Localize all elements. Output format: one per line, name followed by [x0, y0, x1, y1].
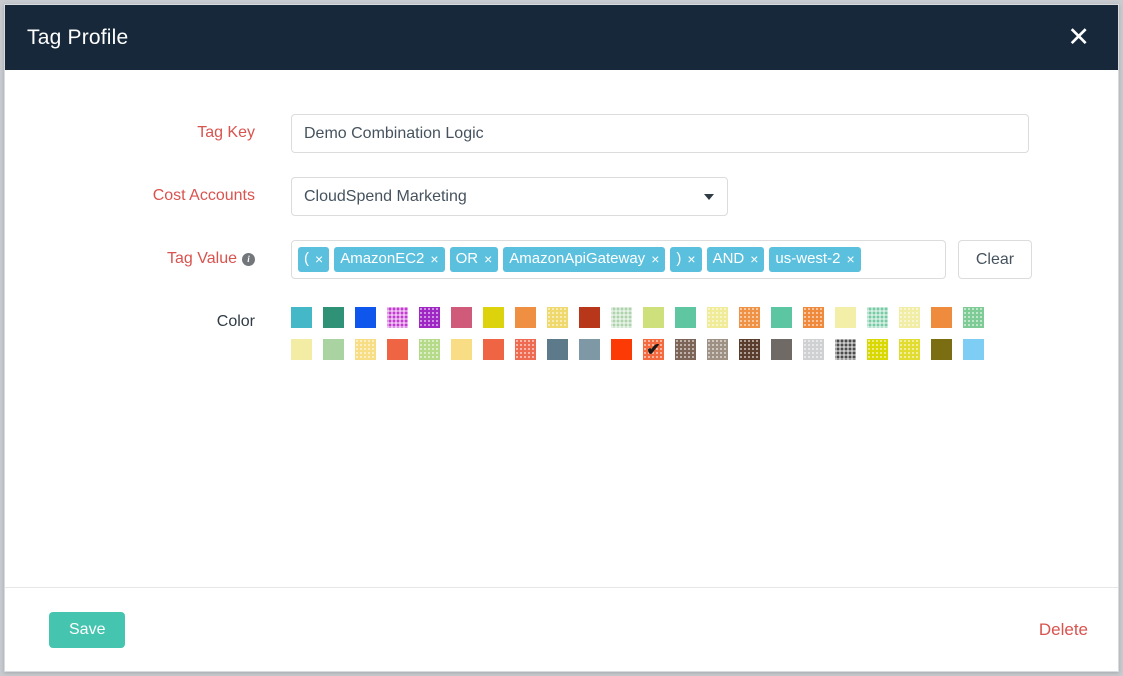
token-remove-icon[interactable]: × [846, 249, 854, 269]
check-icon: ✔ [643, 339, 664, 360]
color-swatch[interactable] [675, 307, 696, 328]
color-swatch[interactable] [803, 339, 824, 360]
tag-key-input[interactable] [291, 114, 1029, 153]
form-row-cost-accounts: Cost Accounts CloudSpend Marketing [5, 177, 1118, 216]
form-row-color: Color ✔ [5, 303, 1118, 371]
color-swatch[interactable] [867, 307, 888, 328]
color-swatch[interactable] [739, 339, 760, 360]
color-swatch[interactable] [483, 307, 504, 328]
color-swatch[interactable] [963, 307, 984, 328]
color-swatch[interactable] [931, 307, 952, 328]
color-label: Color [5, 303, 291, 341]
color-swatch[interactable] [899, 307, 920, 328]
color-swatch[interactable] [611, 307, 632, 328]
color-swatch[interactable] [483, 339, 504, 360]
delete-button[interactable]: Delete [1039, 620, 1088, 640]
tag-value-token[interactable]: (× [298, 247, 329, 272]
tag-value-token[interactable]: )× [670, 247, 701, 272]
color-swatch[interactable] [867, 339, 888, 360]
tag-value-token[interactable]: OR× [450, 247, 499, 272]
cost-accounts-select-wrap: CloudSpend Marketing [291, 177, 728, 216]
form-row-tag-key: Tag Key [5, 114, 1118, 153]
color-swatch[interactable] [707, 307, 728, 328]
color-swatch[interactable]: ✔ [643, 339, 664, 360]
tag-value-control: (×AmazonEC2×OR×AmazonApiGateway×)×AND×us… [291, 240, 1032, 279]
color-swatch[interactable] [515, 307, 536, 328]
token-remove-icon[interactable]: × [651, 249, 659, 269]
color-swatch[interactable] [675, 339, 696, 360]
token-label: AND [713, 249, 745, 269]
color-swatch[interactable] [931, 339, 952, 360]
color-swatch[interactable] [899, 339, 920, 360]
save-button[interactable]: Save [49, 612, 125, 648]
color-swatch[interactable] [547, 339, 568, 360]
color-control: ✔ [291, 303, 995, 371]
tag-value-token[interactable]: AmazonEC2 × [334, 247, 444, 272]
dialog-footer: Save Delete [5, 587, 1118, 671]
color-swatch[interactable] [323, 339, 344, 360]
cost-accounts-control: CloudSpend Marketing [291, 177, 728, 216]
color-swatch[interactable] [547, 307, 568, 328]
token-remove-icon[interactable]: × [430, 249, 438, 269]
info-icon[interactable]: i [242, 253, 255, 266]
form-row-tag-value: Tag Valuei (×AmazonEC2×OR×AmazonApiGatew… [5, 240, 1118, 279]
color-swatch[interactable] [387, 339, 408, 360]
color-swatch[interactable] [611, 339, 632, 360]
token-label: AmazonApiGateway [509, 249, 645, 269]
color-swatch[interactable] [419, 307, 440, 328]
token-label: OR [456, 249, 479, 269]
token-label: ) [676, 249, 681, 269]
color-swatch[interactable] [643, 307, 664, 328]
token-remove-icon[interactable]: × [315, 249, 323, 269]
close-icon[interactable]: ✕ [1061, 22, 1096, 53]
token-remove-icon[interactable]: × [750, 249, 758, 269]
page-title: Tag Profile [27, 26, 128, 50]
dialog-header: Tag Profile ✕ [5, 5, 1118, 70]
color-swatch[interactable] [739, 307, 760, 328]
color-swatch[interactable] [835, 339, 856, 360]
cost-accounts-label: Cost Accounts [5, 177, 291, 215]
color-swatch[interactable] [355, 339, 376, 360]
tag-key-label: Tag Key [5, 114, 291, 152]
token-label: AmazonEC2 [340, 249, 424, 269]
color-swatch[interactable] [707, 339, 728, 360]
color-swatch[interactable] [291, 307, 312, 328]
tag-value-token[interactable]: AmazonApiGateway × [503, 247, 665, 272]
color-swatch[interactable] [451, 339, 472, 360]
color-palette: ✔ [291, 307, 995, 371]
color-swatch[interactable] [451, 307, 472, 328]
color-swatch[interactable] [963, 339, 984, 360]
dialog-body: Tag Key Cost Accounts CloudSpend Marketi… [5, 70, 1118, 587]
color-swatch[interactable] [579, 307, 600, 328]
color-swatch[interactable] [803, 307, 824, 328]
color-swatch[interactable] [771, 307, 792, 328]
color-swatch[interactable] [355, 307, 376, 328]
tag-value-label-text: Tag Value [167, 250, 237, 267]
tag-key-control [291, 114, 1029, 153]
color-swatch[interactable] [419, 339, 440, 360]
color-swatch[interactable] [515, 339, 536, 360]
color-swatch[interactable] [835, 307, 856, 328]
color-swatch[interactable] [323, 307, 344, 328]
clear-button[interactable]: Clear [958, 240, 1032, 279]
color-swatch[interactable] [387, 307, 408, 328]
tag-value-token-input[interactable]: (×AmazonEC2×OR×AmazonApiGateway×)×AND×us… [291, 240, 946, 279]
tag-value-label: Tag Value i [5, 240, 291, 278]
color-swatch[interactable] [291, 339, 312, 360]
token-label: ( [304, 249, 309, 269]
token-label: us-west-2 [775, 249, 840, 269]
tag-profile-dialog: Tag Profile ✕ Tag Key Cost Accounts Clou… [4, 4, 1119, 672]
color-swatch[interactable] [771, 339, 792, 360]
color-swatch[interactable] [579, 339, 600, 360]
cost-accounts-select[interactable]: CloudSpend Marketing [291, 177, 728, 216]
token-remove-icon[interactable]: × [687, 249, 695, 269]
tag-value-token[interactable]: us-west-2 × [769, 247, 860, 272]
tag-value-token[interactable]: AND× [707, 247, 765, 272]
token-remove-icon[interactable]: × [484, 249, 492, 269]
